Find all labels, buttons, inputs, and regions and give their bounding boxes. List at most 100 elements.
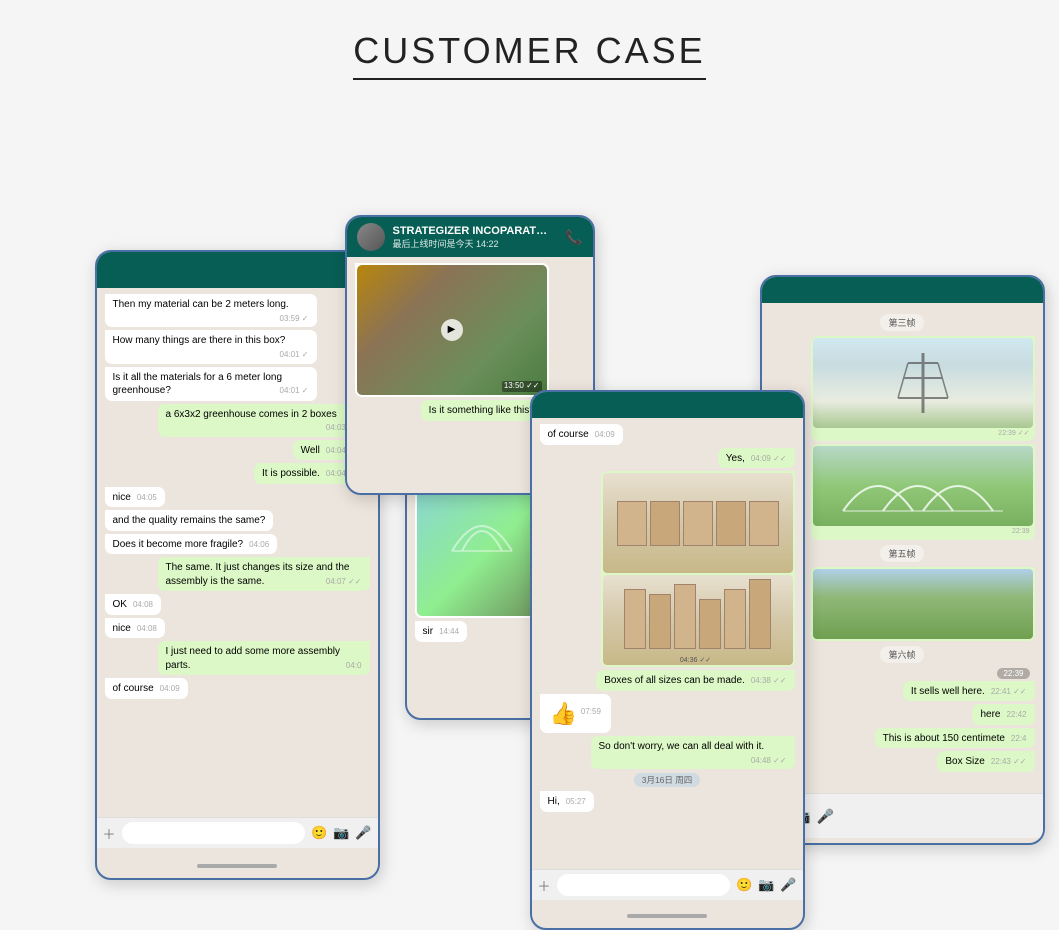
msg-row: nice04:05 (105, 487, 370, 508)
msg-row: 22:39 (770, 444, 1035, 539)
bubble: Does it become more fragile?04:06 (105, 534, 278, 555)
bubble: of course04:09 (105, 678, 188, 699)
center-main-body: of course04:09 Yes,04:09 ✓✓ (532, 418, 803, 869)
center-top-header: STRATEGIZER INCOPARATED1.... 最后上线时间是今天 1… (347, 217, 593, 257)
msg-row: OK04:08 (105, 594, 370, 615)
call-icon[interactable]: 📞 (565, 229, 582, 246)
contact-avatar (357, 223, 385, 251)
msg-row: So don't worry, we can all deal with it.… (540, 736, 795, 769)
bubble: How many things are there in this box?04… (105, 330, 317, 363)
bubble: of course04:09 (540, 424, 623, 445)
header-info: STRATEGIZER INCOPARATED1.... 最后上线时间是今天 1… (393, 225, 558, 250)
msg-row: I just need to add some more assembly pa… (105, 641, 370, 675)
msg-row: Boxes of all sizes can be made.04:38 ✓✓ (540, 670, 795, 691)
bubble: The same. It just changes its size and t… (158, 557, 370, 591)
bubble: Then my material can be 2 meters long.03… (105, 294, 317, 327)
bubble: a 6x3x2 greenhouse comes in 2 boxes04:03… (158, 404, 370, 437)
msg-row: here22:42 (770, 704, 1035, 725)
msg-row: Then my material can be 2 meters long.03… (105, 294, 370, 327)
msg-row: and the quality remains the same? (105, 510, 370, 531)
section-label: 第五帧 (880, 545, 923, 562)
bubble: nice04:05 (105, 487, 165, 508)
page-title: CUSTOMER CASE (353, 30, 705, 80)
field-bubble (811, 567, 1035, 641)
bubble: I just need to add some more assembly pa… (158, 641, 370, 675)
mic-icon[interactable]: 🎤 (780, 877, 796, 893)
left-chat-input[interactable] (122, 822, 305, 844)
msg-row: This is about 150 centimete22:4 (770, 728, 1035, 749)
msg-row: Box Size22:43 ✓✓ (770, 751, 1035, 772)
sticker-icon[interactable]: 🙂 (736, 877, 752, 893)
msg-row: of course04:09 (105, 678, 370, 699)
bubble: OK04:08 (105, 594, 161, 615)
arcs-image (813, 446, 1033, 526)
msg-row: Does it become more fragile?04:06 (105, 534, 370, 555)
camera-icon[interactable]: 📷 (758, 877, 774, 893)
page-title-section: CUSTOMER CASE (353, 30, 705, 80)
msg-row: Hi,05:27 (540, 791, 795, 812)
mic-icon[interactable]: 🎤 (355, 825, 371, 841)
center-main-input[interactable] (557, 874, 730, 896)
msg-row: It sells well here.22:41 ✓✓ (770, 681, 1035, 702)
bubble: Box Size22:43 ✓✓ (937, 751, 1034, 772)
msg-row: Is it all the materials for a 6 meter lo… (105, 367, 370, 401)
msg-row: 👍07:59 (540, 694, 795, 734)
msg-row: ▶ 13:50 ✓✓ (355, 263, 585, 397)
video-duration: 13:50 ✓✓ (502, 381, 542, 392)
left-input-bar: ＋ 🙂 📷 🎤 (97, 817, 378, 848)
left-phone: Then my material can be 2 meters long.03… (95, 250, 380, 880)
bubble: nice04:08 (105, 618, 165, 639)
date-divider: 3月16日 周四 (540, 774, 795, 786)
time-badge: 22:39 (997, 668, 1029, 679)
bubble: Hi,05:27 (540, 791, 594, 812)
emoji-bubble: 👍07:59 (540, 694, 611, 734)
left-chat-body: Then my material can be 2 meters long.03… (97, 288, 378, 848)
msg-row: How many things are there in this box?04… (105, 330, 370, 363)
emoji-icon[interactable]: ＋ (103, 824, 116, 843)
msg-row: 04:36 ✓✓ (540, 471, 795, 667)
boxes-images: 04:36 ✓✓ (603, 473, 793, 665)
msg-row: a 6x3x2 greenhouse comes in 2 boxes04:03… (105, 404, 370, 437)
bubble: sir14:44 (415, 621, 468, 642)
msg-row: of course04:09 (540, 424, 795, 445)
msg-row: Yes,04:09 ✓✓ (540, 448, 795, 469)
left-chat-header (97, 252, 378, 288)
center-main-header (532, 392, 803, 418)
home-bar (197, 864, 277, 868)
add-icon[interactable]: ＋ (538, 876, 551, 895)
bubble: Is it all the materials for a 6 meter lo… (105, 367, 317, 401)
center-main-input-bar: ＋ 🙂 📷 🎤 (532, 869, 803, 900)
bubble: and the quality remains the same? (105, 510, 274, 531)
screenshots-area: Then my material can be 2 meters long.03… (40, 120, 1020, 820)
arcs-bubble: 22:39 (811, 444, 1035, 539)
camera-icon[interactable]: 📷 (333, 825, 349, 841)
video-thumbnail: ▶ 13:50 ✓✓ (357, 265, 547, 395)
bubble: Yes,04:09 ✓✓ (718, 448, 795, 469)
section-sixth: 第六帧 (770, 644, 1035, 665)
mic-icon[interactable]: 🎤 (817, 808, 834, 825)
bubble: It sells well here.22:41 ✓✓ (903, 681, 1035, 702)
section-label: 第三帧 (880, 314, 923, 331)
sticker-icon[interactable]: 🙂 (311, 825, 327, 841)
home-bar (627, 914, 707, 918)
center-main-phone: of course04:09 Yes,04:09 ✓✓ (530, 390, 805, 930)
video-bubble: ▶ 13:50 ✓✓ (355, 263, 549, 397)
play-button[interactable]: ▶ (441, 319, 463, 341)
bubble: This is about 150 centimete22:4 (875, 728, 1035, 749)
msg-row (770, 567, 1035, 641)
tower-bubble: 22:39 ✓✓ (811, 336, 1035, 441)
boxes-top-image (603, 473, 793, 573)
bubble: So don't worry, we can all deal with it.… (591, 736, 795, 769)
contact-name: STRATEGIZER INCOPARATED1.... (393, 225, 553, 237)
boxes-bubble: 04:36 ✓✓ (601, 471, 795, 667)
msg-row: Well04:04 ✓✓ (105, 440, 370, 461)
last-seen: 最后上线时间是今天 14:22 (393, 237, 558, 250)
field-image (813, 569, 1033, 639)
tower-image (813, 338, 1033, 428)
bubble: here22:42 (972, 704, 1034, 725)
section-label: 第六帧 (880, 646, 923, 663)
time-badge-row: 22:39 (775, 668, 1030, 679)
msg-row: nice04:08 (105, 618, 370, 639)
section-third: 第三帧 (770, 312, 1035, 333)
msg-row: 22:39 ✓✓ (770, 336, 1035, 441)
